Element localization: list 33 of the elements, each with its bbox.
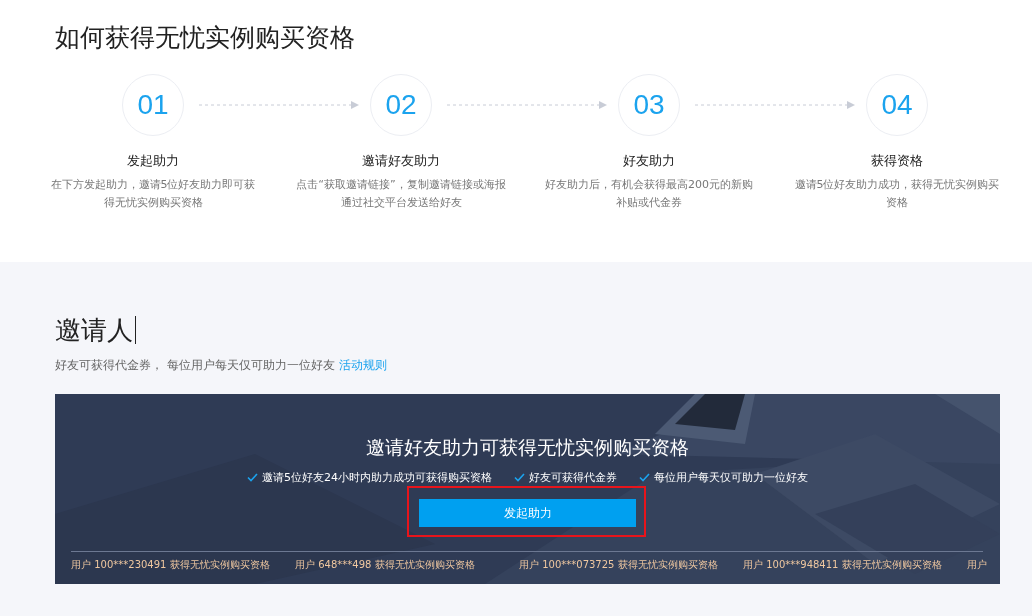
step-number: 03	[618, 74, 680, 136]
subtitle: 好友可获得代金券， 每位用户每天仅可助力一位好友	[55, 357, 335, 374]
benefit-text: 邀请5位好友24小时内助力成功可获得购买资格	[262, 470, 492, 485]
step-description: 在下方发起助力，邀请5位好友助力即可获得无忧实例购买资格	[49, 177, 257, 211]
ticker-item: 用户	[967, 558, 987, 572]
step-number: 02	[370, 74, 432, 136]
banner-title: 邀请好友助力可获得无忧实例购买资格	[366, 435, 689, 460]
step-description: 好友助力后，有机会获得最高200元的新购补贴或代金券	[544, 177, 754, 211]
step-title: 邀请好友助力	[362, 152, 440, 170]
check-icon	[247, 473, 258, 482]
rules-link[interactable]: 活动规则	[338, 357, 387, 374]
ticker-item: 用户 648***498 获得无忧实例购买资格	[295, 558, 476, 572]
step-description: 邀请5位好友助力成功，获得无忧实例购买资格	[793, 177, 1001, 211]
start-button[interactable]: 发起助力	[419, 499, 636, 527]
ticker-item: 用户 100***230491 获得无忧实例购买资格	[71, 558, 271, 572]
step-description: 点击“获取邀请链接”，复制邀请链接或海报通过社交平台发送给好友	[295, 177, 507, 211]
section-title: 如何获得无忧实例购买资格	[55, 22, 356, 54]
benefit-text: 每位用户每天仅可助力一位好友	[654, 470, 808, 485]
ticker-item: 用户 100***073725 获得无忧实例购买资格	[519, 558, 719, 572]
dashed-arrow-icon	[199, 101, 359, 109]
text-cursor	[135, 316, 136, 344]
benefit-text: 好友可获得代金券	[529, 470, 617, 485]
step-title: 好友助力	[623, 152, 675, 170]
dashed-arrow-icon	[447, 101, 607, 109]
check-icon	[639, 473, 650, 482]
step-number: 01	[122, 74, 184, 136]
section-title: 邀请人	[55, 313, 133, 347]
step-number: 04	[866, 74, 928, 136]
check-icon	[514, 473, 525, 482]
step-title: 发起助力	[127, 152, 179, 170]
ticker-item: 用户 100***948411 获得无忧实例购买资格	[743, 558, 943, 572]
dashed-arrow-icon	[695, 101, 855, 109]
step-title: 获得资格	[871, 152, 923, 170]
